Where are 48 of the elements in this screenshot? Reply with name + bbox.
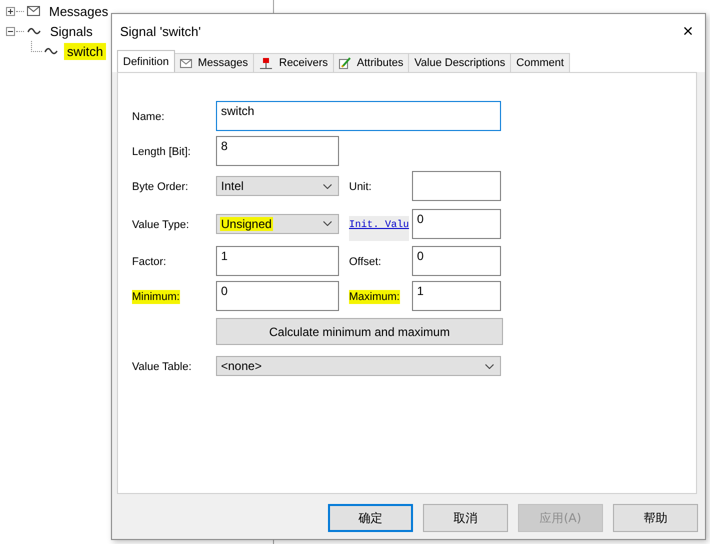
- input-field[interactable]: [412, 171, 501, 201]
- caret-icon: [485, 364, 494, 368]
- tree-item[interactable]: Messages: [46, 2, 112, 20]
- pencil-icon: [338, 57, 351, 69]
- dialog-button[interactable]: 确定: [328, 504, 413, 532]
- input-field[interactable]: 8: [216, 136, 339, 166]
- envelope-icon: [27, 6, 40, 16]
- expander-icon[interactable]: [6, 26, 15, 36]
- input-field[interactable]: 0: [216, 281, 339, 311]
- dropdown[interactable]: <none>: [216, 356, 501, 376]
- caret-icon: [323, 184, 332, 188]
- wave-icon: [44, 47, 58, 55]
- close-button[interactable]: ×: [671, 16, 705, 46]
- calculate-button[interactable]: Calculate minimum and maximum: [216, 318, 503, 345]
- wave-icon: [27, 27, 41, 35]
- field-label: Value Type:: [132, 218, 190, 232]
- input-field[interactable]: 1: [216, 246, 339, 276]
- input-field[interactable]: switch: [216, 101, 501, 131]
- field-label: Value Table:: [132, 360, 192, 374]
- tree-item[interactable]: Signals: [47, 22, 96, 40]
- dropdown[interactable]: Unsigned: [216, 214, 339, 234]
- tab[interactable]: Comment: [510, 53, 570, 72]
- input-field[interactable]: 0: [412, 208, 501, 238]
- dropdown[interactable]: Intel: [216, 176, 339, 196]
- dialog-button[interactable]: 帮助: [613, 504, 698, 532]
- expander-icon[interactable]: [6, 6, 15, 16]
- input-field[interactable]: 0: [412, 246, 501, 276]
- tab[interactable]: Definition: [117, 50, 175, 72]
- field-label: Name:: [132, 110, 164, 124]
- pin-icon: [259, 58, 273, 68]
- field-label: Minimum:: [132, 290, 180, 304]
- tab[interactable]: Receivers: [253, 53, 334, 72]
- field-label: Maximum:: [349, 290, 400, 304]
- init-value-link[interactable]: Init. Valu: [349, 216, 410, 241]
- tab[interactable]: Value Descriptions: [408, 53, 512, 72]
- field-label: Factor:: [132, 255, 166, 269]
- input-field[interactable]: 1: [412, 281, 501, 311]
- field-label: Offset:: [349, 255, 382, 269]
- tab[interactable]: Messages: [174, 53, 254, 72]
- window-title: Signal 'switch': [120, 24, 201, 38]
- tree-item[interactable]: switch: [64, 42, 106, 60]
- caret-icon: [323, 221, 332, 226]
- envelope-icon: [180, 58, 192, 68]
- dialog-button[interactable]: 取消: [423, 504, 508, 532]
- field-label: Length [Bit]:: [132, 145, 191, 159]
- field-label: Unit:: [349, 180, 372, 194]
- tab[interactable]: Attributes: [332, 53, 410, 72]
- field-label: Byte Order:: [132, 180, 188, 194]
